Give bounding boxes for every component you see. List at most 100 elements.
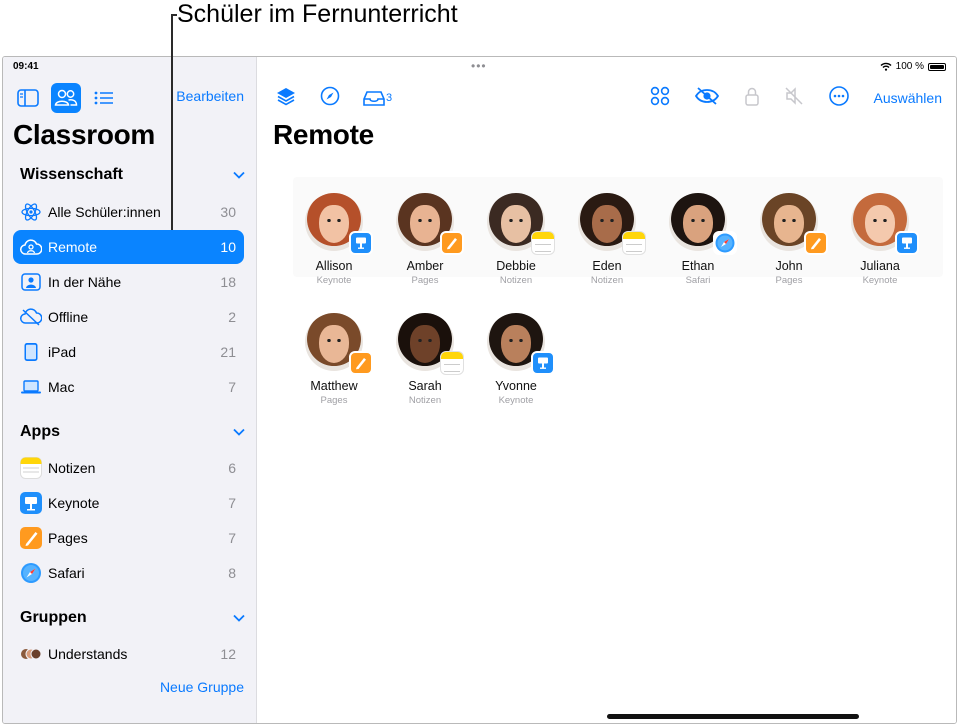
pages-app-icon — [20, 527, 42, 549]
sidebar-item-label: In der Nähe — [48, 274, 122, 290]
student-eyes — [691, 219, 705, 222]
student-tile[interactable]: Ethan Safari — [658, 193, 738, 286]
sidebar-item-count: 7 — [228, 495, 236, 511]
list-view-button[interactable] — [89, 83, 119, 113]
sidebar-item-count: 12 — [220, 646, 236, 662]
apps-grid-icon[interactable] — [650, 86, 670, 111]
student-name: Sarah — [408, 379, 442, 393]
chevron-down-icon[interactable] — [233, 611, 245, 625]
student-eyes — [418, 339, 432, 342]
sidebar-item-label: Safari — [48, 565, 85, 581]
section-header-apps[interactable]: Apps — [20, 423, 245, 441]
sidebar-item-count: 10 — [220, 239, 236, 255]
sidebar-item-safari[interactable]: Safari 8 — [13, 556, 244, 590]
student-tile[interactable]: Debbie Notizen — [476, 193, 556, 286]
inbox-button[interactable]: 3 — [363, 89, 392, 107]
select-button[interactable]: Auswählen — [874, 90, 943, 106]
student-current-app: Pages — [411, 275, 439, 286]
sidebar-toggle-button[interactable] — [13, 83, 43, 113]
sidebar-item-keynote[interactable]: Keynote 7 — [13, 486, 244, 520]
main-content: ••• 100 % 3 Auswählen Remote Allison Key… — [257, 57, 956, 723]
section-header-wissenschaft[interactable]: Wissenschaft — [20, 166, 245, 184]
people-view-button[interactable] — [51, 83, 81, 113]
sidebar-item-label: Understands — [48, 646, 128, 662]
student-avatar — [305, 193, 373, 255]
student-eyes — [418, 219, 432, 222]
new-group-button[interactable]: Neue Gruppe — [160, 679, 244, 695]
chevron-down-icon[interactable] — [233, 168, 245, 182]
student-current-app: Keynote — [316, 275, 352, 286]
sidebar-item-label: Pages — [48, 530, 88, 546]
student-tile[interactable]: Eden Notizen — [567, 193, 647, 286]
home-indicator[interactable] — [607, 714, 859, 719]
ipad-screen: 09:41 Bearbeiten Classroom Wissenschaft … — [2, 56, 957, 724]
section-header-gruppen[interactable]: Gruppen — [20, 609, 245, 627]
compass-icon[interactable] — [319, 85, 341, 112]
student-eyes — [509, 219, 523, 222]
multitasking-dots-icon[interactable]: ••• — [471, 59, 487, 73]
student-eyes — [327, 219, 341, 222]
sidebar-item-label: Keynote — [48, 495, 100, 511]
student-face — [410, 205, 440, 243]
inbox-count: 3 — [386, 92, 393, 104]
eye-slash-icon[interactable] — [694, 86, 720, 111]
sidebar-item-offline[interactable]: Offline 2 — [13, 300, 244, 334]
student-eyes — [327, 339, 341, 342]
student-face — [501, 325, 531, 363]
sidebar-item-notizen[interactable]: Notizen 6 — [13, 451, 244, 485]
chevron-down-icon[interactable] — [233, 425, 245, 439]
keynote-badge-icon — [531, 351, 555, 375]
student-name: Debbie — [496, 259, 536, 273]
laptop-icon — [20, 376, 42, 398]
student-tile[interactable]: Juliana Keynote — [840, 193, 920, 286]
main-toolbar: 3 Auswählen — [275, 83, 942, 113]
student-tile[interactable]: John Pages — [749, 193, 829, 286]
lock-icon[interactable] — [744, 86, 760, 111]
wifi-icon — [880, 62, 892, 71]
battery-icon — [928, 62, 946, 71]
student-avatar — [851, 193, 919, 255]
sidebar: 09:41 Bearbeiten Classroom Wissenschaft … — [3, 57, 257, 723]
sidebar-item-alle-schueler[interactable]: Alle Schüler:innen 30 — [13, 195, 244, 229]
student-tile[interactable]: Amber Pages — [385, 193, 465, 286]
notes-app-icon — [20, 457, 42, 479]
student-tile[interactable]: Matthew Pages — [294, 313, 374, 406]
sidebar-item-label: Notizen — [48, 460, 96, 476]
student-current-app: Keynote — [498, 395, 534, 406]
student-tile[interactable]: Allison Keynote — [294, 193, 374, 286]
student-tile[interactable]: Sarah Notizen — [385, 313, 465, 406]
sidebar-item-remote[interactable]: Remote 10 — [13, 230, 244, 264]
safari-app-icon — [20, 562, 42, 584]
sidebar-item-count: 30 — [220, 204, 236, 220]
keynote-app-icon — [20, 492, 42, 514]
student-avatar — [305, 313, 373, 375]
page-title: Remote — [273, 119, 374, 150]
student-face — [410, 325, 440, 363]
notes-badge-icon — [622, 231, 646, 255]
group-avatars-icon — [20, 643, 42, 665]
sidebar-item-count: 21 — [220, 344, 236, 360]
student-face — [592, 205, 622, 243]
student-avatar — [669, 193, 737, 255]
keynote-badge-icon — [895, 231, 919, 255]
sidebar-item-count: 2 — [228, 309, 236, 325]
callout-label: Schüler im Fernunterricht — [177, 0, 458, 28]
student-eyes — [873, 219, 887, 222]
tray-icon — [363, 91, 385, 106]
layers-icon[interactable] — [275, 85, 297, 112]
student-tile[interactable]: Yvonne Keynote — [476, 313, 556, 406]
more-options-icon[interactable] — [828, 85, 850, 112]
sidebar-item-in-der-naehe[interactable]: In der Nähe 18 — [13, 265, 244, 299]
student-avatar — [396, 193, 464, 255]
student-name: Yvonne — [495, 379, 537, 393]
sidebar-item-understands[interactable]: Understands 12 — [13, 637, 244, 671]
section-title: Gruppen — [20, 609, 87, 626]
mute-icon[interactable] — [784, 86, 804, 111]
sidebar-item-pages[interactable]: Pages 7 — [13, 521, 244, 555]
student-name: John — [775, 259, 803, 273]
sidebar-icon — [17, 89, 39, 107]
student-name: Allison — [315, 259, 353, 273]
sidebar-item-ipad[interactable]: iPad 21 — [13, 335, 244, 369]
edit-button[interactable]: Bearbeiten — [176, 88, 244, 104]
sidebar-item-mac[interactable]: Mac 7 — [13, 370, 244, 404]
